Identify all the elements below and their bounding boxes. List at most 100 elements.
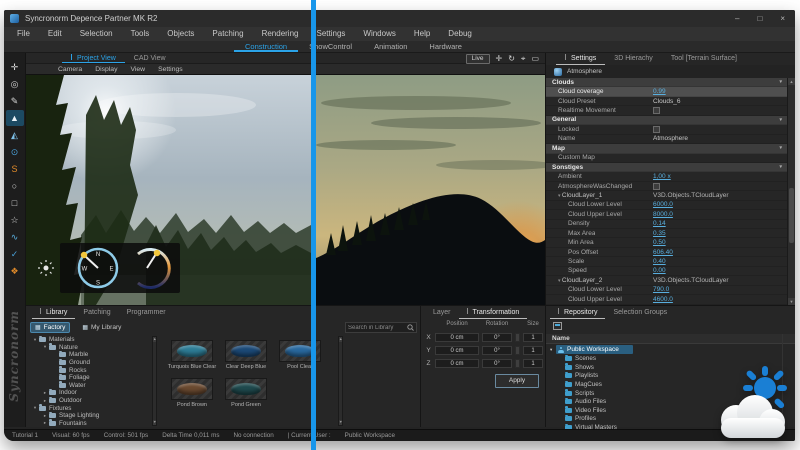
rotation-stepper[interactable] <box>515 359 520 368</box>
scroll-up-icon[interactable]: ▲ <box>339 337 342 342</box>
property-row[interactable]: Cloud Preset Clouds_6 <box>546 97 788 106</box>
position-field[interactable]: 0 cm <box>435 333 479 342</box>
orbit-tool[interactable]: ◎ <box>6 76 24 92</box>
property-row[interactable]: General <box>546 116 788 125</box>
property-row[interactable]: Realtime Movement <box>546 106 788 115</box>
property-row[interactable]: Density 0.14 <box>546 220 788 229</box>
menu-item[interactable]: Selection <box>71 27 122 41</box>
scroll-up-icon[interactable]: ▲ <box>153 337 156 342</box>
scrollbar-thumb[interactable] <box>789 188 794 243</box>
library-tree-item[interactable]: Indoor <box>28 389 150 397</box>
spline-tool[interactable]: ∿ <box>6 229 24 245</box>
tree-expander-icon[interactable] <box>42 390 48 396</box>
settings-tab[interactable]: 3D Hierachy <box>605 53 662 65</box>
property-row[interactable]: Custom Map <box>546 154 788 163</box>
property-row[interactable]: Min Area 0.50 <box>546 238 788 247</box>
settings-tab[interactable]: Settings <box>556 53 605 65</box>
property-row[interactable]: Clouds <box>546 78 788 87</box>
mode-tab[interactable]: ShowControl <box>298 41 363 52</box>
viewport-3d-canvas[interactable]: N E S W <box>26 75 545 305</box>
library-tree-item[interactable]: Marble <box>28 351 150 359</box>
compass-dial[interactable]: N E S W <box>79 249 117 287</box>
property-row[interactable]: AtmosphereWasChanged <box>546 182 788 191</box>
property-value[interactable]: 4600.0 <box>653 296 673 303</box>
property-value[interactable]: 6000.0 <box>653 201 673 208</box>
transform-tab[interactable]: Layer <box>425 306 459 319</box>
edit-tool[interactable]: ✎ <box>6 93 24 109</box>
menu-item[interactable]: File <box>8 27 39 41</box>
property-row[interactable]: Cloud Lower Level 6000.0 <box>546 201 788 210</box>
rotation-field[interactable]: 0° <box>482 346 512 355</box>
menu-item[interactable]: Tools <box>122 27 159 41</box>
property-value[interactable]: 0.99 <box>653 88 666 95</box>
property-value[interactable]: V3D.Objects.TCloudLayer <box>653 277 729 284</box>
library-tree-item[interactable]: Ground <box>28 359 150 367</box>
size-field[interactable]: 1 <box>523 359 543 368</box>
tree-expander-icon[interactable] <box>42 398 48 404</box>
mode-tab[interactable]: Animation <box>363 41 418 52</box>
property-row[interactable]: Sonstiges <box>546 163 788 172</box>
tree-expander-icon[interactable] <box>42 413 48 419</box>
viewport-tab[interactable]: Project View <box>62 53 125 63</box>
library-tree-item[interactable]: Water <box>28 382 150 390</box>
apply-button[interactable]: Apply <box>495 374 539 388</box>
fountain-tool[interactable]: ❖ <box>6 263 24 279</box>
mode-tab[interactable]: Construction <box>234 41 298 52</box>
scroll-up-icon[interactable]: ▲ <box>788 78 795 85</box>
pan-icon[interactable]: ✛ <box>496 54 503 63</box>
workspace-row[interactable]: Public Workspace <box>548 345 778 355</box>
property-row[interactable]: Map <box>546 144 788 153</box>
property-row[interactable]: Pos Offset 606.40 <box>546 248 788 257</box>
search-input[interactable] <box>346 325 407 331</box>
circle-tool[interactable]: ○ <box>6 178 24 194</box>
viewport-tab[interactable]: CAD View <box>125 53 175 63</box>
property-value[interactable]: 0.00 <box>653 267 666 274</box>
library-tree-item[interactable]: Nature <box>28 344 150 352</box>
maximize-button[interactable]: □ <box>757 14 762 23</box>
menu-item[interactable]: Patching <box>203 27 252 41</box>
rotation-field[interactable]: 0° <box>482 333 512 342</box>
property-value[interactable]: 790.0 <box>653 286 669 293</box>
material-thumbnail[interactable] <box>171 378 213 400</box>
rectangle-tool[interactable]: □ <box>6 195 24 211</box>
library-tab[interactable]: Programmer <box>119 306 174 319</box>
material-item[interactable]: Turquois Blue Clear <box>166 340 218 370</box>
terrain-paint-tool[interactable]: ◭ <box>6 127 24 143</box>
menu-item[interactable]: Windows <box>354 27 404 41</box>
viewport-menu-item[interactable]: Camera <box>58 66 82 73</box>
minimize-button[interactable]: – <box>735 14 739 23</box>
grid-scrollbar[interactable]: ▲ ▼ <box>338 336 343 426</box>
tree-expander-icon[interactable] <box>32 405 38 411</box>
material-thumbnail[interactable] <box>225 340 267 362</box>
property-row[interactable]: Locked <box>546 125 788 134</box>
position-field[interactable]: 0 cm <box>435 359 479 368</box>
name-column-header[interactable]: Name <box>546 334 795 344</box>
tree-expander-icon[interactable] <box>42 420 48 426</box>
size-field[interactable]: 1 <box>523 333 543 342</box>
property-value[interactable]: 0.35 <box>653 230 666 237</box>
move-tool[interactable]: ✛ <box>6 59 24 75</box>
target-icon[interactable]: ⌖ <box>521 54 526 63</box>
size-field[interactable]: 1 <box>523 346 543 355</box>
library-tree-item[interactable]: Foliage <box>28 374 150 382</box>
library-tree-item[interactable]: Rocks <box>28 366 150 374</box>
water-drop-tool[interactable]: ⊙ <box>6 144 24 160</box>
property-value[interactable]: 606.40 <box>653 249 673 256</box>
menu-item[interactable]: Objects <box>158 27 203 41</box>
property-value[interactable]: V3D.Objects.TCloudLayer <box>653 192 729 199</box>
property-row[interactable]: Speed 0.00 <box>546 267 788 276</box>
property-value[interactable]: 0.50 <box>653 239 666 246</box>
property-value[interactable]: 8000.0 <box>653 211 673 218</box>
property-row[interactable]: Cloud Upper Level 4600.0 <box>546 295 788 304</box>
viewport-menu-item[interactable]: View <box>130 66 145 73</box>
property-row[interactable]: Max Area 0.35 <box>546 229 788 238</box>
library-tree-item[interactable]: Materials <box>28 336 150 344</box>
tree-expander-icon[interactable] <box>42 344 48 350</box>
library-source-button[interactable]: ▦ Factory <box>30 322 70 333</box>
orbit-icon[interactable]: ↻ <box>508 54 515 63</box>
tree-scrollbar[interactable]: ▲ ▼ <box>152 336 157 426</box>
menu-item[interactable]: Edit <box>39 27 71 41</box>
repository-tab[interactable]: Selection Groups <box>605 306 675 319</box>
settings-tab[interactable]: Tool [Terrain Surface] <box>662 53 746 65</box>
scroll-down-icon[interactable]: ▼ <box>788 298 795 305</box>
